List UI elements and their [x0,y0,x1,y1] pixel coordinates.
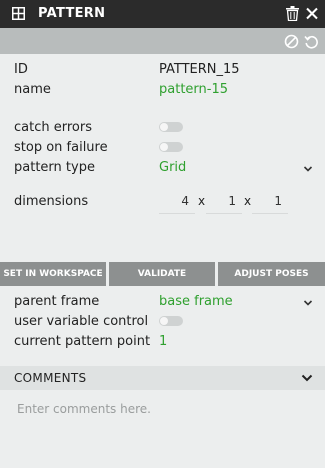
current-pattern-point-label: current pattern point [14,334,151,349]
title-bar: PATTERN [0,0,325,28]
id-value: PATTERN_15 [159,62,240,77]
chevron-down-icon[interactable] [303,299,313,307]
user-variable-control-label: user variable control [14,314,149,329]
catch-errors-label: catch errors [14,120,92,135]
adjust-poses-button[interactable]: ADJUST POSES [218,262,325,286]
dimension-y-input[interactable]: 1 [206,190,242,214]
name-field[interactable]: pattern-15 [159,82,228,97]
dimension-separator: x [244,194,252,208]
trash-icon[interactable] [286,6,299,21]
stop-on-failure-toggle[interactable] [159,142,183,152]
chevron-down-icon[interactable] [301,374,313,382]
dimension-x-input[interactable]: 4 [159,190,195,214]
action-bar [0,28,325,54]
comments-textarea[interactable]: Enter comments here. [0,392,325,468]
dimension-separator: x [198,194,206,208]
panel-title: PATTERN [38,6,106,21]
comments-title: COMMENTS [14,371,87,385]
button-bar: SET IN WORKSPACE VALIDATE ADJUST POSES [0,262,325,286]
dimensions-label: dimensions [14,194,89,209]
chevron-down-icon[interactable] [303,165,313,173]
ban-icon[interactable] [284,34,299,49]
parent-frame-label: parent frame [14,294,100,309]
close-icon[interactable] [305,6,319,21]
user-variable-control-toggle[interactable] [159,316,183,326]
set-in-workspace-button[interactable]: SET IN WORKSPACE [0,262,106,286]
id-label: ID [14,62,28,77]
stop-on-failure-label: stop on failure [14,140,108,155]
grid-icon [12,7,25,20]
dimension-z-input[interactable]: 1 [252,190,288,214]
parent-frame-select[interactable]: base frame [159,294,233,309]
pattern-type-label: pattern type [14,160,95,175]
catch-errors-toggle[interactable] [159,122,183,132]
validate-button[interactable]: VALIDATE [109,262,215,286]
reset-icon[interactable] [304,34,319,49]
pattern-type-select[interactable]: Grid [159,160,186,175]
bottom-divider [0,468,325,472]
name-label: name [14,82,51,97]
comments-header[interactable]: COMMENTS [0,366,325,390]
current-pattern-point-value: 1 [159,334,168,349]
